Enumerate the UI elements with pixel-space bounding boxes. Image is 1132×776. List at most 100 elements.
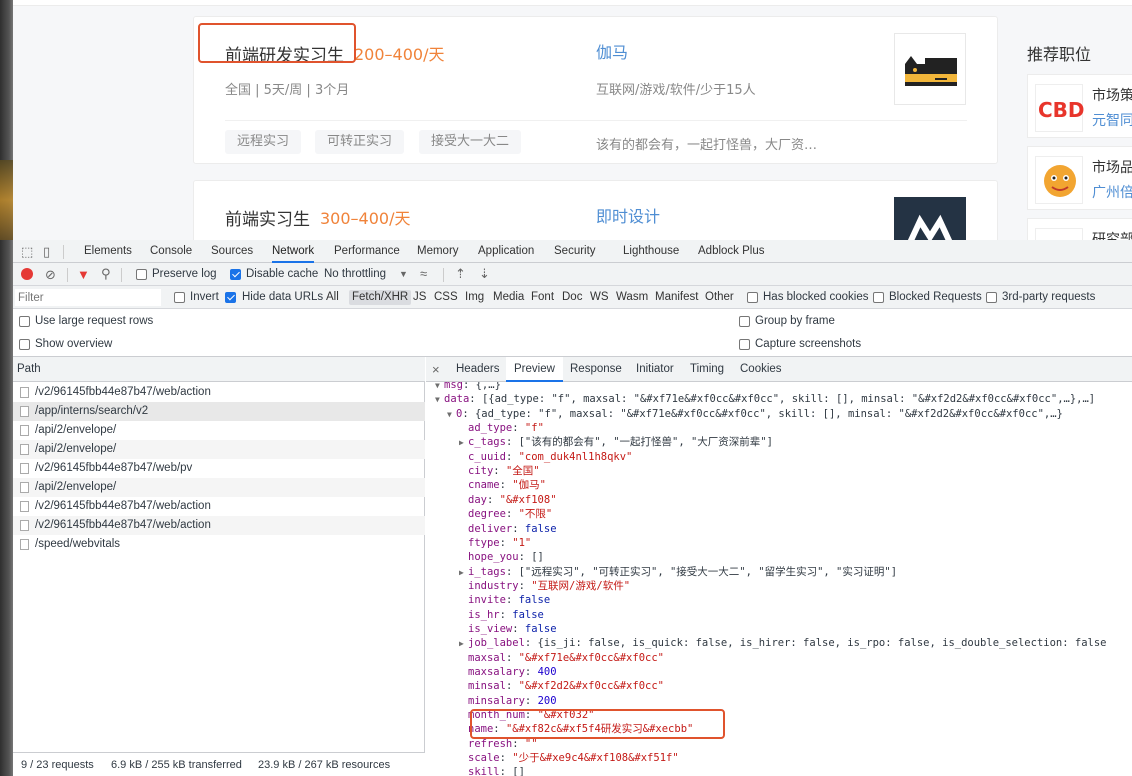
filter-type-img[interactable]: Img [465, 290, 484, 305]
tab-memory[interactable]: Memory [417, 240, 459, 263]
network-toolbar: ⊘ ▼ ⚲ Preserve log Disable cache No thro… [13, 263, 1132, 286]
preserve-log-checkbox[interactable] [136, 269, 147, 280]
capture-screenshots-checkbox[interactable] [739, 339, 750, 350]
export-har-icon[interactable]: ⇣ [479, 267, 490, 280]
request-row[interactable]: /v2/96145fbb44e87b47/web/pv [13, 459, 425, 478]
company-name[interactable]: 即时设计 [596, 203, 660, 227]
tab-cookies[interactable]: Cookies [740, 357, 782, 382]
filter-icon[interactable]: ▼ [77, 268, 90, 281]
blocked-cookies-checkbox[interactable] [747, 292, 758, 303]
json-line: day: "&#xf108" [468, 493, 557, 506]
recommend-item[interactable]: CBD 市场策 元智同 [1027, 74, 1132, 138]
tab-sources[interactable]: Sources [211, 240, 253, 263]
filter-type-all[interactable]: All [326, 290, 339, 305]
tab-performance[interactable]: Performance [334, 240, 400, 263]
expanded-triangle-icon[interactable]: ▼ [447, 408, 456, 422]
filter-type-js[interactable]: JS [413, 290, 426, 305]
recommend-item[interactable]: 市场品 广州倍 [1027, 146, 1132, 210]
tab-network[interactable]: Network [272, 240, 315, 263]
screen-edge [0, 0, 13, 776]
filter-type-css[interactable]: CSS [434, 290, 458, 305]
tab-initiator[interactable]: Initiator [636, 357, 674, 382]
inspect-element-icon[interactable]: ⬚ [21, 245, 33, 258]
tab-response[interactable]: Response [570, 357, 622, 382]
import-har-icon[interactable]: ⇡ [455, 267, 466, 280]
third-party-checkbox[interactable] [986, 292, 997, 303]
filter-type-media[interactable]: Media [493, 290, 524, 305]
recommend-job-name: 研究部 [1092, 232, 1132, 240]
request-row[interactable]: /v2/96145fbb44e87b47/web/action [13, 383, 425, 402]
json-line[interactable]: ▼ 0: {ad_type: "f", maxsal: "&#xf71e&#xf0… [447, 407, 1063, 421]
recommend-title: 推荐职位 [1027, 45, 1092, 64]
filter-type-other[interactable]: Other [705, 290, 734, 305]
company-name[interactable]: 伽马 [596, 39, 628, 63]
chevron-down-icon[interactable]: ▼ [399, 268, 408, 281]
detail-tabbar: × Headers Preview Response Initiator Tim… [426, 357, 1132, 382]
tab-lighthouse[interactable]: Lighthouse [623, 240, 679, 263]
hide-data-urls-checkbox[interactable] [225, 292, 236, 303]
tab-elements[interactable]: Elements [84, 240, 132, 263]
record-icon[interactable] [21, 268, 33, 280]
filter-type-wasm[interactable]: Wasm [616, 290, 648, 305]
collapsed-triangle-icon[interactable]: ▶ [459, 637, 468, 651]
request-row[interactable]: /api/2/envelope/ [13, 440, 425, 459]
tab-application[interactable]: Application [478, 240, 534, 263]
filter-type-font[interactable]: Font [531, 290, 554, 305]
json-line: ftype: "1" [468, 536, 532, 549]
recommend-job-name: 市场策 [1092, 88, 1132, 104]
request-row-selected[interactable]: /app/interns/search/v2 [13, 402, 425, 421]
recommend-item[interactable]: 研究部 [1027, 218, 1132, 240]
tab-preview[interactable]: Preview [506, 357, 563, 382]
filter-input[interactable] [15, 289, 161, 306]
request-row[interactable]: /speed/webvitals [13, 535, 425, 554]
request-row[interactable]: /v2/96145fbb44e87b47/web/action [13, 497, 425, 516]
blocked-requests-label: Blocked Requests [889, 291, 982, 303]
device-toolbar-icon[interactable]: ▯ [43, 245, 50, 258]
tab-security[interactable]: Security [554, 240, 596, 263]
collapsed-triangle-icon[interactable]: ▶ [459, 566, 468, 580]
json-line[interactable]: ▶ c_tags: ["该有的都会有", "一起打怪兽", "大厂资深前辈"] [459, 435, 773, 449]
tab-console[interactable]: Console [150, 240, 192, 263]
filter-type-ws[interactable]: WS [590, 290, 609, 305]
throttling-select[interactable]: No throttling [324, 268, 386, 280]
clear-icon[interactable]: ⊘ [45, 268, 56, 281]
job-salary: 200–400/天 [354, 45, 445, 64]
company-logo-mountain[interactable] [894, 197, 966, 240]
company-meta: 互联网/游戏/软件/少于15人 [596, 83, 756, 98]
filter-type-doc[interactable]: Doc [562, 290, 582, 305]
tab-headers[interactable]: Headers [456, 357, 499, 382]
invert-checkbox[interactable] [174, 292, 185, 303]
search-icon[interactable]: ⚲ [101, 267, 111, 280]
devtools-panel: ⬚ ▯ Elements Console Sources Network Per… [13, 240, 1132, 776]
request-row[interactable]: /api/2/envelope/ [13, 421, 425, 440]
large-rows-checkbox[interactable] [19, 316, 30, 327]
company-logo-cat[interactable] [894, 33, 966, 105]
json-line[interactable]: ▶ i_tags: ["远程实习", "可转正实习", "接受大一大二", "留学… [459, 565, 897, 579]
blocked-requests-checkbox[interactable] [873, 292, 884, 303]
expanded-triangle-icon[interactable]: ▼ [435, 382, 444, 393]
job-card[interactable]: 前端实习生 300–400/天 即时设计 [193, 180, 998, 240]
group-by-frame-checkbox[interactable] [739, 316, 750, 327]
request-count: 9 / 23 requests [21, 759, 94, 771]
overview-checkbox[interactable] [19, 339, 30, 350]
json-line: hope_you: [] [468, 551, 544, 564]
expanded-triangle-icon[interactable]: ▼ [435, 393, 444, 407]
recommend-job-name: 市场品 [1092, 160, 1132, 176]
filter-type-fetch-xhr[interactable]: Fetch/XHR [349, 290, 412, 305]
json-line[interactable]: ▶ job_label: {is_ji: false, is_quick: fal… [459, 636, 1107, 650]
json-line[interactable]: ▼ msg: {,…} [435, 382, 501, 392]
close-icon[interactable]: × [432, 363, 440, 376]
recommend-company[interactable]: 广州倍 [1092, 182, 1132, 202]
network-conditions-icon[interactable]: ≈ [420, 267, 427, 280]
recommend-company[interactable]: 元智同 [1092, 110, 1132, 130]
request-row[interactable]: /api/2/envelope/ [13, 478, 425, 497]
request-row[interactable]: /v2/96145fbb44e87b47/web/action [13, 516, 425, 535]
json-line[interactable]: ▼ data: [{ad_type: "f", maxsal: "&#xf71e&… [435, 392, 1095, 406]
tab-timing[interactable]: Timing [690, 357, 724, 382]
collapsed-triangle-icon[interactable]: ▶ [459, 436, 468, 450]
column-header-path[interactable]: Path [13, 357, 425, 382]
disable-cache-checkbox[interactable] [230, 269, 241, 280]
tab-adblock-plus[interactable]: Adblock Plus [698, 240, 764, 263]
filter-type-manifest[interactable]: Manifest [655, 290, 698, 305]
job-title[interactable]: 前端实习生 [225, 205, 310, 230]
